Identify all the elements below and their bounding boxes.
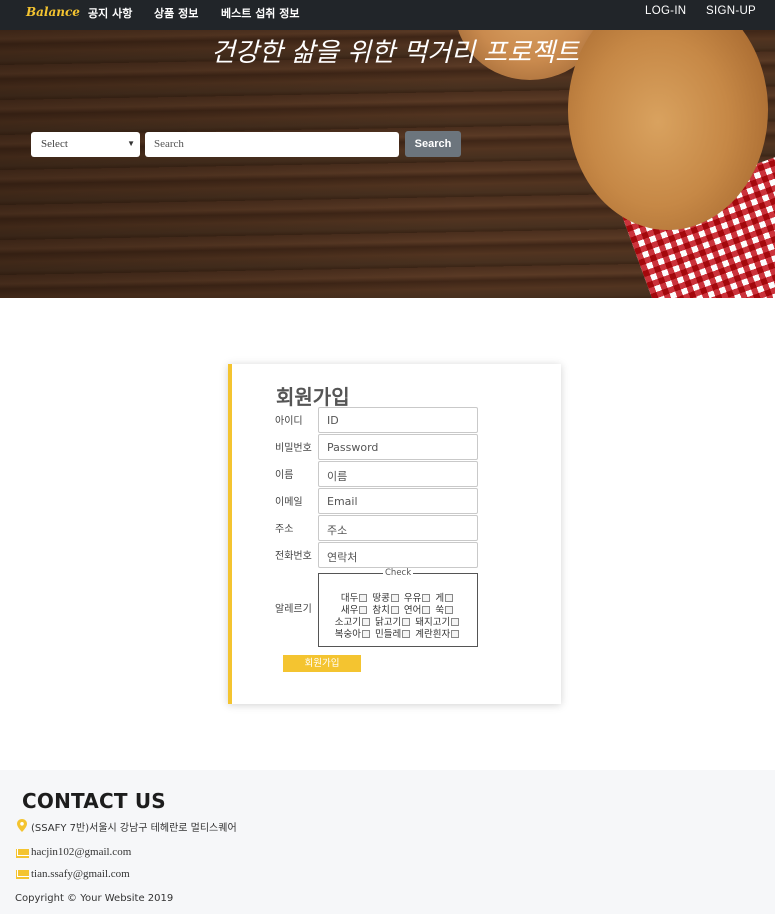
checkbox-peach[interactable] — [361, 630, 370, 638]
map-pin-icon — [17, 819, 27, 832]
checkbox-soy[interactable] — [359, 594, 368, 602]
checkbox-egg-white[interactable] — [451, 630, 460, 638]
contact-address: (SSAFY 7반)서울시 강남구 테헤란로 멀티스퀘어 — [31, 823, 237, 834]
address-field[interactable]: 주소 — [318, 515, 478, 541]
nav-item-product-info[interactable]: 상품 정보 — [154, 5, 198, 21]
mail-icon — [16, 849, 29, 858]
checkbox-milk[interactable] — [422, 594, 431, 602]
contact-email[interactable]: hacjin102@gmail.com — [31, 846, 131, 858]
allergy-label-peach: 복숭아 — [334, 629, 361, 640]
checkbox-beef[interactable] — [361, 618, 370, 626]
allergy-label: 알레르기 — [275, 604, 312, 615]
category-select-value: Select — [41, 138, 68, 150]
password-field[interactable]: Password — [318, 434, 478, 460]
category-select[interactable]: Select ▼ — [31, 132, 140, 157]
brand-logo[interactable]: Balance — [26, 5, 80, 19]
signup-link[interactable]: SIGN-UP — [706, 5, 756, 17]
checkbox-mugwort[interactable] — [445, 606, 454, 614]
email-field[interactable]: Email — [318, 488, 478, 514]
caret-down-icon: ▼ — [127, 139, 135, 148]
login-link[interactable]: LOG-IN — [645, 5, 686, 17]
phone-label: 전화번호 — [275, 551, 312, 562]
checkbox-crab[interactable] — [445, 594, 454, 602]
address-label: 주소 — [275, 524, 294, 535]
signup-card: 회원가입 아이디 ID 비밀번호 Password 이름 이름 이메일 Emai… — [228, 364, 561, 704]
name-label: 이름 — [275, 470, 294, 481]
checkbox-shrimp[interactable] — [359, 606, 368, 614]
footer: CONTACT US (SSAFY 7반)서울시 강남구 테헤란로 멀티스퀘어 … — [0, 770, 775, 914]
search-button[interactable]: Search — [405, 131, 461, 157]
phone-field[interactable]: 연락처 — [318, 542, 478, 568]
top-navbar: Balance 공지 사항 상품 정보 베스트 섭취 정보 LOG-IN SIG… — [0, 0, 775, 30]
checkbox-tuna[interactable] — [390, 606, 399, 614]
signup-submit-button[interactable]: 회원가입 — [283, 655, 361, 672]
allergy-label-dandelion: 민들레 — [375, 629, 402, 640]
hero-banner: 건강한 삶을 위한 먹거리 프로젝트 Select ▼ Search Searc… — [0, 30, 775, 298]
checkbox-dandelion[interactable] — [402, 630, 411, 638]
signup-title: 회원가입 — [276, 385, 350, 409]
contact-title: CONTACT US — [22, 789, 166, 813]
id-field[interactable]: ID — [318, 407, 478, 433]
checkbox-chicken[interactable] — [402, 618, 411, 626]
contact-email[interactable]: tian.ssafy@gmail.com — [31, 868, 130, 880]
copyright-text: Copyright © Your Website 2019 — [15, 893, 174, 904]
mail-icon — [16, 870, 29, 879]
id-label: 아이디 — [275, 416, 303, 427]
allergy-label-egg-white: 계란흰자 — [415, 629, 451, 640]
search-input[interactable]: Search — [145, 132, 399, 157]
name-field[interactable]: 이름 — [318, 461, 478, 487]
checkbox-peanut[interactable] — [390, 594, 399, 602]
hero-title: 건강한 삶을 위한 먹거리 프로젝트 — [211, 38, 579, 68]
checkbox-pork[interactable] — [451, 618, 460, 626]
nav-item-notice[interactable]: 공지 사항 — [88, 5, 132, 21]
allergy-fieldset: Check 대두 땅콩 우유 게 새우 참치 연어 쑥 소고기 닭고기 돼지고기… — [318, 568, 478, 647]
email-label: 이메일 — [275, 497, 303, 508]
nav-item-best-intake[interactable]: 베스트 섭취 정보 — [221, 5, 300, 21]
password-label: 비밀번호 — [275, 443, 312, 454]
checkbox-salmon[interactable] — [422, 606, 431, 614]
allergy-legend: Check — [383, 568, 414, 578]
allergy-row: 복숭아 민들레 계란흰자 — [319, 626, 477, 640]
